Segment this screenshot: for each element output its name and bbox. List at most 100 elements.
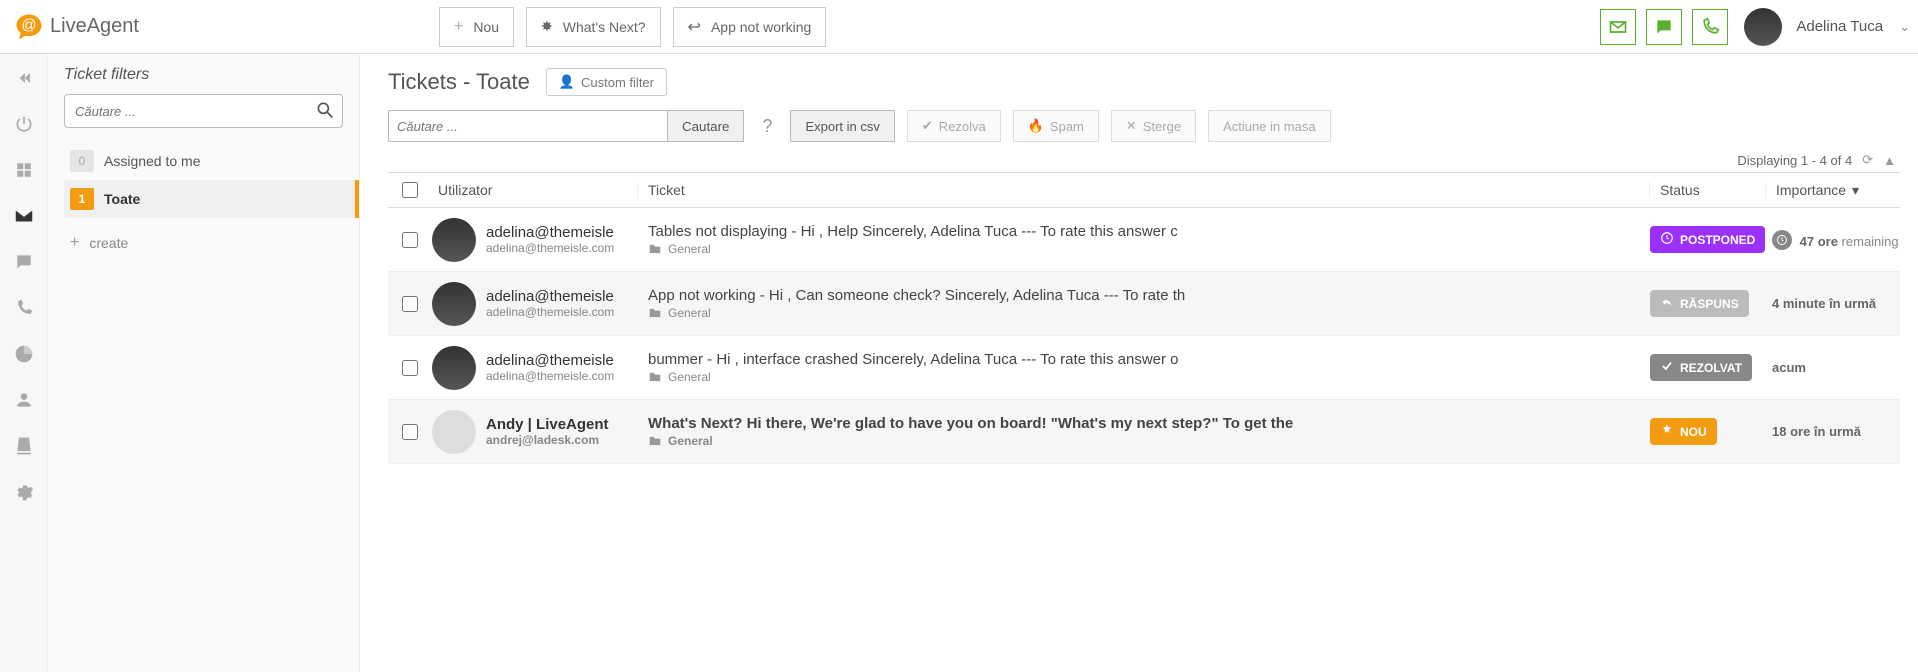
check-icon: ✔ — [922, 118, 933, 134]
spam-button[interactable]: 🔥Spam — [1013, 110, 1099, 142]
importance-time: acum — [1772, 360, 1806, 375]
ticket-row[interactable]: adelina@themeisle adelina@themeisle.com … — [388, 336, 1900, 400]
app-not-working-label: App not working — [711, 19, 811, 35]
top-buttons: + Nou ✸ What's Next? ↩ App not working — [439, 7, 826, 47]
row-ticket: bummer - Hi , interface crashed Sincerel… — [638, 351, 1650, 384]
toolbar: Cautare ? Export in csv ✔Rezolva 🔥Spam ✕… — [388, 110, 1900, 142]
user-name: adelina@themeisle — [486, 352, 614, 369]
row-checkbox[interactable] — [388, 360, 432, 376]
page-title-row: Tickets - Toate 👤 Custom filter — [388, 68, 1900, 96]
dashboard-icon[interactable] — [10, 156, 38, 184]
refresh-icon[interactable]: ⟳ — [1862, 152, 1873, 168]
status-icon — [1660, 359, 1674, 376]
row-status: RĂSPUNS — [1650, 290, 1766, 317]
whats-next-label: What's Next? — [563, 19, 646, 35]
custom-filter-button[interactable]: 👤 Custom filter — [546, 68, 667, 96]
ticket-row[interactable]: adelina@themeisle adelina@themeisle.com … — [388, 272, 1900, 336]
user-email: adelina@themeisle.com — [486, 241, 614, 255]
sterge-button[interactable]: ✕Sterge — [1111, 110, 1196, 142]
ticket-category-label: General — [668, 370, 711, 384]
collapse-icon[interactable] — [10, 64, 38, 92]
folder-icon — [648, 434, 662, 448]
kb-icon[interactable] — [10, 432, 38, 460]
row-ticket: Tables not displaying - Hi , Help Sincer… — [638, 223, 1650, 256]
col-status[interactable]: Status — [1650, 182, 1766, 198]
col-importance[interactable]: Importance▾ — [1766, 182, 1900, 199]
iconbar — [0, 54, 48, 672]
ticket-category-label: General — [668, 306, 711, 320]
toolbar-search-input[interactable] — [388, 110, 668, 142]
col-user[interactable]: Utilizator — [432, 182, 638, 198]
settings-icon[interactable] — [10, 478, 38, 506]
user-avatar[interactable] — [1744, 8, 1782, 46]
row-checkbox[interactable] — [388, 232, 432, 248]
chevron-down-icon[interactable]: ⌄ — [1899, 19, 1910, 35]
avatar — [432, 282, 476, 326]
plus-icon: + — [70, 234, 79, 252]
user-names: adelina@themeisle adelina@themeisle.com — [486, 288, 614, 319]
help-icon[interactable]: ? — [762, 116, 772, 137]
rezolva-button[interactable]: ✔Rezolva — [907, 110, 1001, 142]
status-badge: POSTPONED — [1650, 226, 1765, 253]
new-button[interactable]: + Nou — [439, 7, 514, 47]
ticket-subject: bummer - Hi , interface crashed Sincerel… — [648, 351, 1650, 368]
filters-panel: Ticket filters 0 Assigned to me 1 Toate … — [48, 54, 360, 672]
status-text: POSTPONED — [1680, 233, 1755, 247]
brand[interactable]: @ LiveAgent — [14, 12, 139, 42]
ticket-row[interactable]: Andy | LiveAgent andrej@ladesk.com What'… — [388, 400, 1900, 464]
row-ticket: App not working - Hi , Can someone check… — [638, 287, 1650, 320]
user-email: andrej@ladesk.com — [486, 433, 609, 447]
ticket-subject: App not working - Hi , Can someone check… — [648, 287, 1650, 304]
tickets-icon[interactable] — [10, 202, 38, 230]
avatar — [432, 410, 476, 454]
username-top[interactable]: Adelina Tuca — [1796, 18, 1883, 35]
filter-assigned-label: Assigned to me — [104, 153, 201, 169]
row-importance: acum — [1766, 360, 1900, 375]
avatar — [432, 218, 476, 262]
row-checkbox[interactable] — [388, 424, 432, 440]
phone-channel-button[interactable] — [1692, 9, 1728, 45]
rows-container: adelina@themeisle adelina@themeisle.com … — [388, 208, 1900, 464]
toolbar-search-button[interactable]: Cautare — [668, 110, 744, 142]
user-names: Andy | LiveAgent andrej@ladesk.com — [486, 416, 609, 447]
ticket-row[interactable]: adelina@themeisle adelina@themeisle.com … — [388, 208, 1900, 272]
status-icon — [1660, 423, 1674, 440]
chats-icon[interactable] — [10, 248, 38, 276]
user-names: adelina@themeisle adelina@themeisle.com — [486, 224, 614, 255]
bulk-action-button[interactable]: Actiune in masa — [1208, 110, 1331, 142]
user-name: Andy | LiveAgent — [486, 416, 609, 433]
user-email: adelina@themeisle.com — [486, 305, 614, 319]
filter-create[interactable]: + create — [64, 226, 343, 260]
whats-next-button[interactable]: ✸ What's Next? — [526, 7, 661, 47]
filter-assigned-to-me[interactable]: 0 Assigned to me — [64, 142, 343, 180]
flame-icon: 🔥 — [1028, 118, 1044, 134]
sterge-label: Sterge — [1143, 119, 1181, 134]
search-icon[interactable] — [315, 100, 335, 123]
user-names: adelina@themeisle adelina@themeisle.com — [486, 352, 614, 383]
calls-icon[interactable] — [10, 294, 38, 322]
reports-icon[interactable] — [10, 340, 38, 368]
toolbar-search: Cautare — [388, 110, 744, 142]
app-not-working-button[interactable]: ↩ App not working — [673, 7, 827, 47]
filter-toate[interactable]: 1 Toate — [64, 180, 359, 218]
row-checkbox[interactable] — [388, 296, 432, 312]
filter-create-label: create — [89, 235, 128, 251]
col-ticket[interactable]: Ticket — [638, 182, 1650, 198]
top-right: Adelina Tuca ⌄ — [1600, 8, 1910, 46]
col-importance-label: Importance — [1776, 182, 1846, 198]
ticket-category-label: General — [668, 242, 711, 256]
page-title: Tickets - Toate — [388, 69, 530, 95]
row-user: adelina@themeisle adelina@themeisle.com — [432, 218, 638, 262]
chat-channel-button[interactable] — [1646, 9, 1682, 45]
select-all-checkbox[interactable] — [388, 182, 432, 198]
export-button[interactable]: Export in csv — [790, 110, 894, 142]
status-badge: RĂSPUNS — [1650, 290, 1749, 317]
power-icon[interactable] — [10, 110, 38, 138]
mail-channel-button[interactable] — [1600, 9, 1636, 45]
sort-up-icon[interactable]: ▲ — [1883, 153, 1896, 168]
displaying-text: Displaying 1 - 4 of 4 — [1737, 153, 1852, 168]
filters-search-input[interactable] — [64, 94, 343, 128]
customers-icon[interactable] — [10, 386, 38, 414]
plus-icon: + — [454, 18, 463, 36]
filter-assigned-count: 0 — [70, 150, 94, 172]
